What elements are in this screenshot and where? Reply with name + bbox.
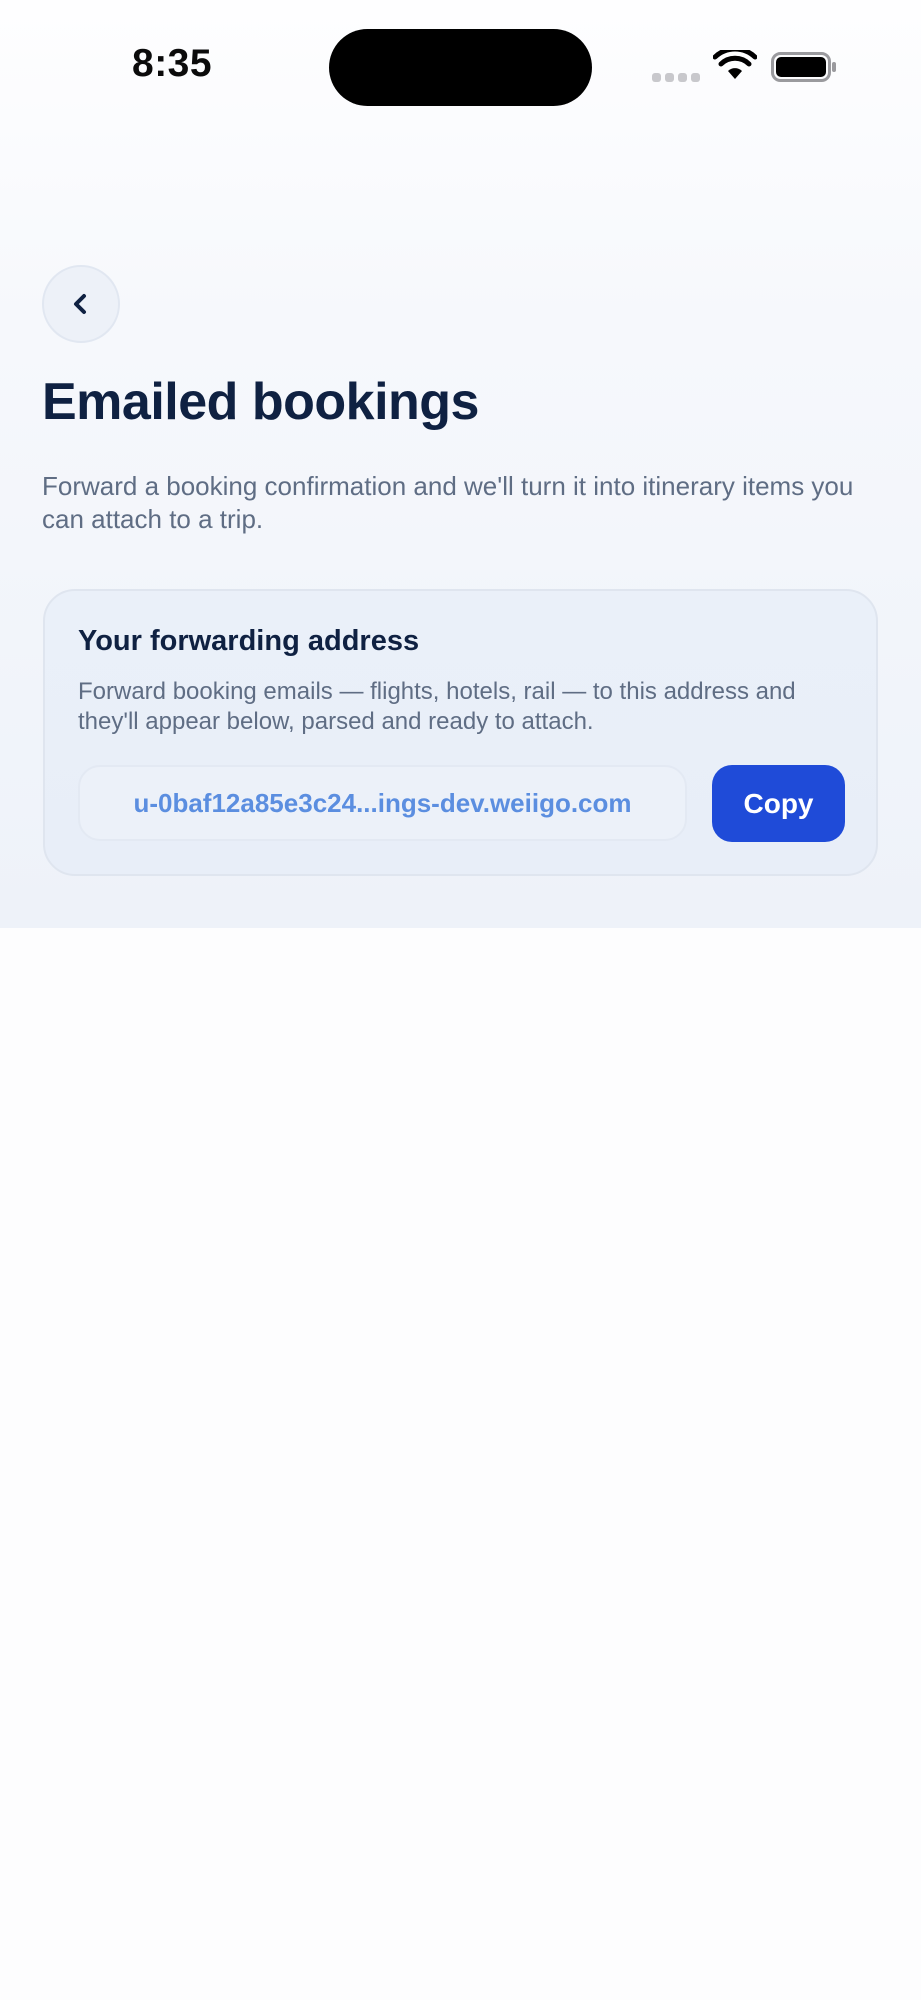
emailed-bookings-screen: 8:35 Emailed bookings Forward a booking …	[0, 0, 921, 2000]
forwarding-address-card: Your forwarding address Forward booking …	[43, 589, 878, 876]
page-subtitle: Forward a booking confirmation and we'll…	[42, 471, 854, 534]
page-title: Emailed bookings	[42, 373, 479, 431]
status-time: 8:35	[132, 42, 213, 85]
battery-icon	[771, 52, 836, 82]
forwarding-address-field[interactable]: u-0baf12a85e3c24...ings-dev.weiigo.com	[78, 765, 687, 841]
dynamic-island	[329, 29, 592, 106]
wifi-icon	[713, 50, 757, 79]
card-description: Forward booking emails — flights, hotels…	[78, 678, 796, 735]
back-button[interactable]	[42, 265, 120, 343]
forwarding-address-text: u-0baf12a85e3c24...ings-dev.weiigo.com	[133, 787, 632, 818]
card-title: Your forwarding address	[78, 625, 420, 657]
chevron-left-icon	[74, 294, 86, 314]
cellular-signal-icon	[652, 73, 700, 83]
copy-button[interactable]: Copy	[712, 765, 845, 842]
